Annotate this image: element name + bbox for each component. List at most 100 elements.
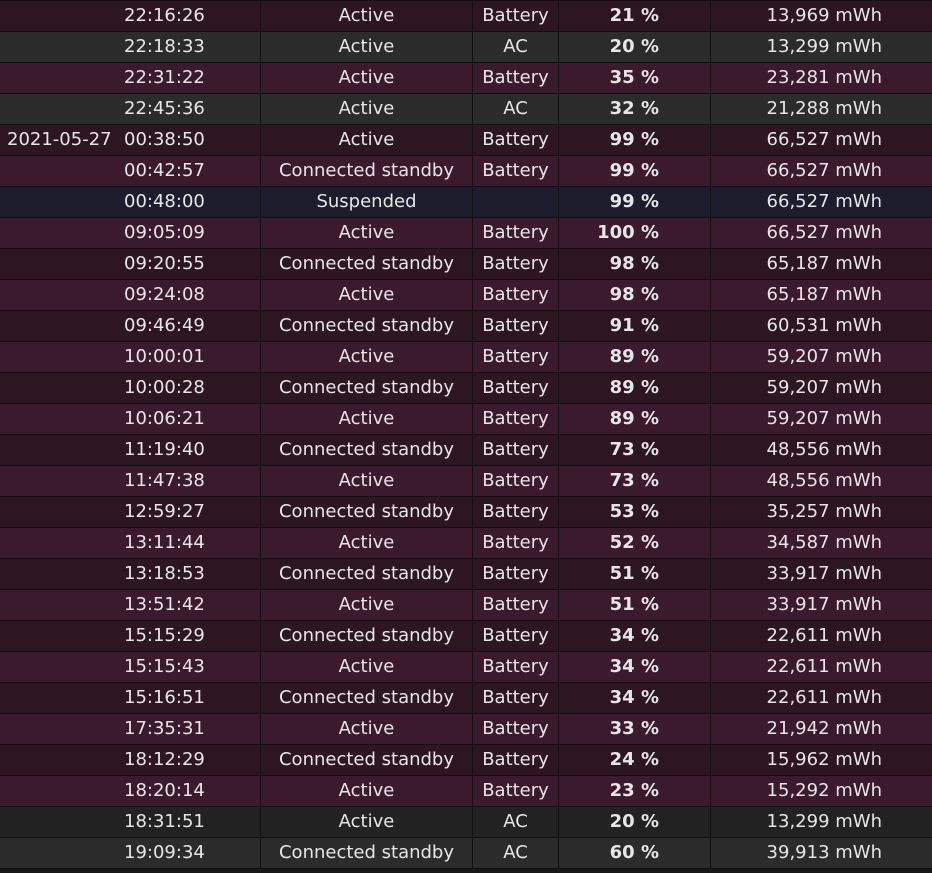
row-state: Active xyxy=(261,404,473,434)
row-state: Active xyxy=(261,94,473,124)
row-state: Active xyxy=(261,218,473,248)
table-row: 10:00:01 Active Battery 89 % 59,207 mWh xyxy=(0,342,932,373)
row-source: Battery xyxy=(473,435,559,465)
row-percent: 33 % xyxy=(559,714,711,744)
row-time: 10:00:28 xyxy=(118,373,261,403)
row-date xyxy=(0,32,118,62)
row-source: AC xyxy=(473,94,559,124)
row-capacity: 15,962 mWh xyxy=(766,749,882,770)
table-row: 09:24:08 Active Battery 98 % 65,187 mWh xyxy=(0,280,932,311)
row-capacity: 66,527 mWh xyxy=(766,129,882,150)
table-row: 00:42:57 Connected standby Battery 99 % 66,5… xyxy=(0,156,932,187)
row-state: Suspended xyxy=(261,187,473,217)
row-percent: 34 % xyxy=(559,621,711,651)
row-time: 09:46:49 xyxy=(118,311,261,341)
row-state: Connected standby xyxy=(261,497,473,527)
row-percent: 51 % xyxy=(559,559,711,589)
row-percent: 32 % xyxy=(559,94,711,124)
row-percent: 89 % xyxy=(559,342,711,372)
row-date xyxy=(0,1,118,31)
table-row: 15:15:43 Active Battery 34 % 22,611 mWh xyxy=(0,652,932,683)
row-source: Battery xyxy=(473,342,559,372)
table-row: 22:16:26 Active Battery 21 % 13,969 mWh xyxy=(0,1,932,32)
row-date xyxy=(0,94,118,124)
row-percent: 98 % xyxy=(559,249,711,279)
table-row: 09:05:09 Active Battery 100 % 66,527 mWh xyxy=(0,218,932,249)
row-date xyxy=(0,342,118,372)
row-time: 13:18:53 xyxy=(118,559,261,589)
row-source: Battery xyxy=(473,218,559,248)
row-state: Connected standby xyxy=(261,838,473,868)
row-time: 00:48:00 xyxy=(118,187,261,217)
table-row: 15:16:51 Connected standby Battery 34 % 22,6… xyxy=(0,683,932,714)
row-time: 18:20:14 xyxy=(118,776,261,806)
row-time: 10:00:01 xyxy=(118,342,261,372)
row-capacity: 66,527 mWh xyxy=(766,222,882,243)
row-date xyxy=(0,683,118,713)
row-percent: 73 % xyxy=(559,466,711,496)
row-percent: 91 % xyxy=(559,311,711,341)
table-row: 12:59:27 Connected standby Battery 53 % 35,2… xyxy=(0,497,932,528)
row-capacity: 66,527 mWh xyxy=(766,160,882,181)
row-date xyxy=(0,776,118,806)
row-capacity: 48,556 mWh xyxy=(766,470,882,491)
row-state: Active xyxy=(261,1,473,31)
row-time: 22:16:26 xyxy=(118,1,261,31)
row-source: Battery xyxy=(473,590,559,620)
row-date xyxy=(0,311,118,341)
row-percent: 34 % xyxy=(559,652,711,682)
row-capacity: 23,281 mWh xyxy=(766,67,882,88)
table-row: 18:20:14 Active Battery 23 % 15,292 mWh xyxy=(0,776,932,807)
row-time: 18:12:29 xyxy=(118,745,261,775)
row-capacity: 15,292 mWh xyxy=(766,780,882,801)
row-date xyxy=(0,218,118,248)
row-time: 15:16:51 xyxy=(118,683,261,713)
row-capacity: 66,527 mWh xyxy=(766,191,882,212)
row-date xyxy=(0,249,118,279)
row-source xyxy=(473,187,559,217)
row-time: 13:11:44 xyxy=(118,528,261,558)
row-time: 09:20:55 xyxy=(118,249,261,279)
row-source: Battery xyxy=(473,249,559,279)
table-row: 17:35:31 Active Battery 33 % 21,942 mWh xyxy=(0,714,932,745)
row-time: 12:59:27 xyxy=(118,497,261,527)
row-capacity: 21,288 mWh xyxy=(766,98,882,119)
row-time: 19:09:34 xyxy=(118,838,261,868)
row-percent: 73 % xyxy=(559,435,711,465)
row-source: AC xyxy=(473,807,559,837)
row-state: Active xyxy=(261,342,473,372)
row-time: 22:18:33 xyxy=(118,32,261,62)
table-row: 10:00:28 Connected standby Battery 89 % 59,2… xyxy=(0,373,932,404)
row-source: Battery xyxy=(473,156,559,186)
row-date xyxy=(0,280,118,310)
row-state: Active xyxy=(261,652,473,682)
row-state: Active xyxy=(261,590,473,620)
row-capacity: 22,611 mWh xyxy=(766,687,882,708)
row-percent: 99 % xyxy=(559,187,711,217)
row-date xyxy=(0,528,118,558)
table-row: 13:11:44 Active Battery 52 % 34,587 mWh xyxy=(0,528,932,559)
row-date xyxy=(0,404,118,434)
row-percent: 20 % xyxy=(559,32,711,62)
row-capacity: 65,187 mWh xyxy=(766,284,882,305)
row-state: Connected standby xyxy=(261,435,473,465)
row-date xyxy=(0,497,118,527)
row-percent: 100 % xyxy=(559,218,711,248)
table-row: 15:15:29 Connected standby Battery 34 % 22,6… xyxy=(0,621,932,652)
table-row: 13:18:53 Connected standby Battery 51 % 33,9… xyxy=(0,559,932,590)
row-date xyxy=(0,590,118,620)
row-date xyxy=(0,63,118,93)
row-time: 00:38:50 xyxy=(118,125,261,155)
row-time: 13:51:42 xyxy=(118,590,261,620)
row-state: Active xyxy=(261,125,473,155)
row-capacity: 13,299 mWh xyxy=(766,36,882,57)
row-date xyxy=(0,621,118,651)
row-percent: 21 % xyxy=(559,1,711,31)
row-percent: 99 % xyxy=(559,125,711,155)
row-date xyxy=(0,435,118,465)
row-capacity: 22,611 mWh xyxy=(766,625,882,646)
table-row: 09:20:55 Connected standby Battery 98 % 65,1… xyxy=(0,249,932,280)
row-capacity: 13,969 mWh xyxy=(766,5,882,26)
table-row: 22:31:22 Active Battery 35 % 23,281 mWh xyxy=(0,63,932,94)
row-date xyxy=(0,373,118,403)
